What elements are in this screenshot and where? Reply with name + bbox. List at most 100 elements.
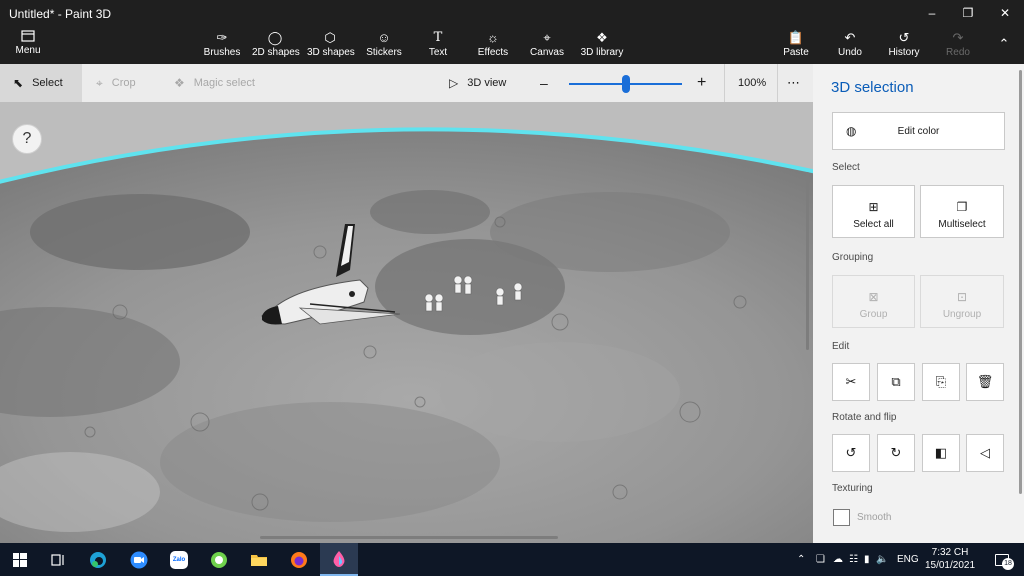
tray-network[interactable]: ☷ <box>849 543 858 576</box>
chevron-up-icon: ⌃ <box>998 36 1010 51</box>
text-label: Text <box>428 47 448 58</box>
maximize-button[interactable]: ❐ <box>950 2 986 24</box>
zoom-value: 100% <box>738 77 767 89</box>
menu-button[interactable]: Menu <box>6 30 50 60</box>
multiselect-button[interactable]: ❐ Multiselect <box>920 185 1004 238</box>
3d-library-label: 3D library <box>580 47 624 58</box>
scissors-icon: ✂ <box>845 374 857 389</box>
task-view-button[interactable] <box>44 543 72 576</box>
3d-shapes-tool[interactable]: ⬡ 3D shapes <box>307 30 355 62</box>
stickers-icon: ☺ <box>377 30 391 45</box>
window-title: Untitled* - Paint 3D <box>9 7 112 21</box>
crop-icon: ⌖ <box>96 75 103 90</box>
zoom-level[interactable]: 100% <box>738 64 766 102</box>
tray-volume[interactable]: 🔈 <box>876 543 888 576</box>
folder-icon <box>251 554 267 566</box>
undo-label: Undo <box>838 47 862 58</box>
dark-mare <box>490 192 730 272</box>
moon-scene <box>0 102 813 543</box>
start-button[interactable] <box>6 543 34 576</box>
notification-center-button[interactable]: 18 <box>988 543 1016 576</box>
help-icon: ? <box>22 130 32 147</box>
panel-scrollbar[interactable] <box>1019 70 1022 494</box>
tray-onedrive[interactable]: ☁ <box>833 543 843 576</box>
canvas-area[interactable]: ? <box>0 102 813 543</box>
tray-battery[interactable]: ▮ <box>864 543 870 576</box>
taskbar-zoom[interactable] <box>125 543 153 576</box>
flip-horizontal-button[interactable]: ◧ <box>922 434 960 472</box>
edit-section-label: Edit <box>832 341 850 352</box>
paste-button[interactable]: 📋 Paste <box>782 30 810 62</box>
smooth-checkbox[interactable] <box>833 509 850 526</box>
firefox-icon <box>291 551 307 568</box>
zoom-in-button[interactable]: + <box>697 64 706 102</box>
rotate-left-button[interactable]: ↺ <box>832 434 870 472</box>
ungroup-icon: ⊡ <box>956 290 968 304</box>
text-tool[interactable]: T Text <box>426 30 450 62</box>
plus-icon: + <box>697 74 707 91</box>
redo-button[interactable]: ↷ Redo <box>945 30 971 62</box>
canvas-horizontal-scrollbar[interactable] <box>260 536 558 539</box>
magic-select-tool[interactable]: ❖ Magic select <box>174 64 255 102</box>
taskbar-edge[interactable] <box>84 543 112 576</box>
menu-label: Menu <box>15 45 41 56</box>
zoom-slider-thumb[interactable] <box>621 75 630 93</box>
history-button[interactable]: ↺ History <box>887 30 921 62</box>
2d-shapes-tool[interactable]: ◯ 2D shapes <box>252 30 300 62</box>
copy-button[interactable]: ⧉ <box>877 363 915 401</box>
show-hidden-icons-button[interactable]: ⌃ <box>797 543 805 576</box>
crop-tool[interactable]: ⌖ Crop <box>96 64 136 102</box>
smooth-label: Smooth <box>857 512 892 523</box>
flip-horizontal-icon: ◧ <box>934 445 948 460</box>
ungroup-button[interactable]: ⊡ Ungroup <box>920 275 1004 328</box>
stickers-tool[interactable]: ☺ Stickers <box>366 30 402 62</box>
toolbar-divider <box>724 64 725 102</box>
multiselect-icon: ❐ <box>956 200 968 214</box>
brushes-tool[interactable]: ✑ Brushes <box>203 30 241 62</box>
3d-view-label: 3D view <box>467 77 507 89</box>
undo-button[interactable]: ↶ Undo <box>837 30 863 62</box>
effects-tool[interactable]: ☼ Effects <box>476 30 510 62</box>
paste-icon: ⎘ <box>935 374 947 389</box>
3d-view-toggle[interactable]: ▷ 3D view <box>449 64 506 102</box>
taskbar-paint-3d[interactable] <box>320 543 358 576</box>
3d-shapes-icon: ⬡ <box>324 30 336 45</box>
delete-button[interactable]: 🗑 <box>966 363 1004 401</box>
help-button[interactable]: ? <box>12 124 42 154</box>
multiselect-label: Multiselect <box>938 219 986 230</box>
rotate-right-button[interactable]: ↻ <box>877 434 915 472</box>
redo-icon: ↷ <box>952 30 964 45</box>
flip-vertical-button[interactable]: ◁ <box>966 434 1004 472</box>
brushes-label: Brushes <box>203 47 241 58</box>
tray-app-icon[interactable]: ❏ <box>816 543 825 576</box>
select-tool[interactable]: ⬉ Select <box>0 64 82 102</box>
3d-library-tool[interactable]: ❖ 3D library <box>580 30 624 62</box>
close-button[interactable]: ✕ <box>987 2 1023 24</box>
more-icon: ⋯ <box>787 75 800 90</box>
canvas-vertical-scrollbar[interactable] <box>806 172 809 350</box>
2d-shapes-label: 2D shapes <box>252 47 300 58</box>
ungroup-label: Ungroup <box>942 309 982 320</box>
taskbar-zalo[interactable]: Zalo <box>165 543 193 576</box>
group-button[interactable]: ⊠ Group <box>832 275 915 328</box>
edit-color-button[interactable]: ◍ Edit color <box>832 112 1005 150</box>
taskbar-firefox[interactable] <box>285 543 313 576</box>
cut-button[interactable]: ✂ <box>832 363 870 401</box>
dark-mare <box>30 194 250 270</box>
clock-time: 7:32 CH <box>931 547 969 558</box>
paste-panel-button[interactable]: ⎘ <box>922 363 960 401</box>
toolbar-divider <box>777 64 778 102</box>
input-language[interactable]: ENG <box>897 543 919 576</box>
minimize-button[interactable]: – <box>914 2 950 24</box>
zoom-out-button[interactable]: – <box>540 64 548 102</box>
select-all-button[interactable]: ⊞ Select all <box>832 185 915 238</box>
system-clock[interactable]: 7:32 CH 15/01/2021 <box>918 546 982 572</box>
texturing-section-label: Texturing <box>832 483 873 494</box>
taskbar-app[interactable] <box>205 543 233 576</box>
3d-library-icon: ❖ <box>596 30 608 45</box>
language-label: ENG <box>897 554 919 565</box>
more-options-button[interactable]: ⋯ <box>787 64 800 102</box>
taskbar-file-explorer[interactable] <box>245 543 273 576</box>
flip-vertical-icon: ◁ <box>980 445 990 460</box>
canvas-tool[interactable]: ⌖ Canvas <box>530 30 564 62</box>
